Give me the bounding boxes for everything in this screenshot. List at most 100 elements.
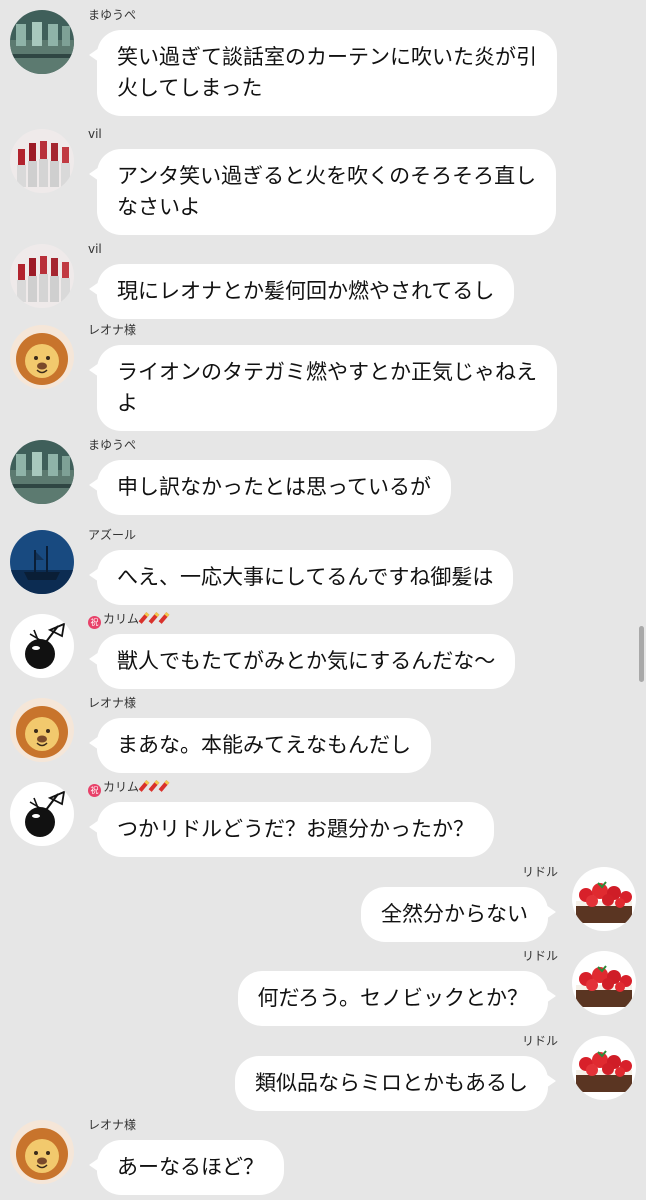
chat-view[interactable]: まゆうぺ 笑い過ぎて談話室のカーテンに吹いた炎が引 火してしまった vil アンタ笑い過… <box>0 0 646 1200</box>
message-bubble[interactable]: 何だろう。セノビックとか？ <box>237 971 557 1026</box>
avatar[interactable] <box>10 10 74 74</box>
lion-icon <box>10 698 74 762</box>
message-bubble[interactable]: 申し訳なかったとは思っているが <box>89 460 451 515</box>
message-row: vil アンタ笑い過ぎると火を吹くのそろそろ直し なさいよ <box>0 127 646 237</box>
lipsticks-icon <box>10 129 74 193</box>
strawberry-tart-icon <box>572 1036 636 1100</box>
message-text-line: まあな。本能みてえなもんだし <box>117 733 411 757</box>
message-text-line: つかリドルどうだ？お題分かったか？ <box>117 817 474 841</box>
avatar[interactable] <box>10 530 74 594</box>
message-row: リドル類似品ならミロとかもあるし <box>0 1034 646 1114</box>
sender-name-text: リドル <box>521 1034 558 1048</box>
avatar[interactable] <box>10 782 74 846</box>
sender-name-text: カリム <box>103 612 140 626</box>
message-row: レオナ様ライオンのタテガミ燃やすとか正気じゃねえよ <box>0 323 646 433</box>
avatar[interactable] <box>572 951 636 1015</box>
sender-name: レオナ様 <box>88 1118 136 1132</box>
message-row: 祝カリム獣人でもたてがみとか気にするんだな～ <box>0 612 646 692</box>
sender-name-text: まゆうぺ <box>88 438 137 452</box>
avatar[interactable] <box>10 1120 74 1184</box>
message-row: まゆうぺ笑い過ぎて談話室のカーテンに吹いた炎が引 火してしまった <box>0 8 646 118</box>
message-text-line: 獣人でもたてがみとか気にするんだな～ <box>117 649 496 673</box>
strawberry-tart-icon <box>572 867 636 931</box>
sender-name: vil <box>88 242 102 256</box>
message-text-line: よ <box>117 391 138 415</box>
sender-name-text: vil <box>88 242 102 256</box>
sender-name-text: リドル <box>521 949 558 963</box>
avatar[interactable] <box>10 614 74 678</box>
avatar[interactable] <box>10 325 74 389</box>
avatar[interactable] <box>572 867 636 931</box>
message-row: レオナ様まあな。本能みてえなもんだし <box>0 696 646 776</box>
sender-name: リドル <box>522 949 558 963</box>
message-bubble[interactable]: ライオンのタテガミ燃やすとか正気じゃねえよ <box>89 345 557 431</box>
message-row: リドル全然分からない <box>0 865 646 945</box>
coconut-drink-icon <box>10 782 74 846</box>
sender-name: レオナ様 <box>88 323 136 337</box>
sender-name: レオナ様 <box>88 696 136 710</box>
message-bubble[interactable]: 全然分からない <box>361 887 556 942</box>
firecracker-icon <box>148 612 160 624</box>
message-row: レオナ様あーなるほど？ <box>0 1118 646 1198</box>
avatar[interactable] <box>10 129 74 193</box>
message-text-line: ライオンのタテガミ燃やすとか正気じゃねえ <box>117 360 537 384</box>
firecracker-icon <box>148 780 160 792</box>
sender-name: 祝カリム <box>88 780 170 797</box>
message-bubble[interactable]: まあな。本能みてえなもんだし <box>89 718 431 773</box>
message-text-line: アンタ笑い過ぎると火を吹くのそろそろ直し <box>117 164 537 188</box>
sender-name: リドル <box>522 865 558 879</box>
message-text-line: 笑い過ぎて談話室のカーテンに吹いた炎が引 <box>117 45 537 69</box>
sender-name: まゆうぺ <box>88 8 136 22</box>
message-bubble[interactable]: 現にレオナとか髪何回か燃やされてるし <box>88 264 515 319</box>
firecracker-icon <box>138 612 150 624</box>
message-row: まゆうぺ申し訳なかったとは思っているが <box>0 438 646 518</box>
sender-name: アズール <box>88 528 136 542</box>
firecracker-icon <box>158 612 170 624</box>
sender-name-text: レオナ様 <box>88 696 137 710</box>
avatar[interactable] <box>10 440 74 504</box>
underwater-ship-icon <box>10 530 74 594</box>
sender-name-text: まゆうぺ <box>88 8 137 22</box>
celebration-badge-icon: 祝 <box>88 616 101 629</box>
firecracker-icon <box>158 780 170 792</box>
firecracker-icon <box>138 780 150 792</box>
sender-name-text: vil <box>88 127 102 141</box>
message-text-line: なさいよ <box>117 195 201 219</box>
avatar[interactable] <box>572 1036 636 1100</box>
sender-name: リドル <box>522 1034 558 1048</box>
message-bubble[interactable]: 笑い過ぎて談話室のカーテンに吹いた炎が引 火してしまった <box>89 30 557 116</box>
message-text-line: 全然分からない <box>381 902 528 926</box>
lion-icon <box>10 325 74 389</box>
avatar[interactable] <box>10 244 74 308</box>
message-text-line: 現にレオナとか髪何回か燃やされてるし <box>117 279 495 303</box>
message-row: リドル何だろう。セノビックとか？ <box>0 949 646 1029</box>
lion-icon <box>10 1120 74 1184</box>
message-bubble[interactable]: 獣人でもたてがみとか気にするんだな～ <box>88 634 516 689</box>
lipsticks-icon <box>10 244 74 308</box>
sender-name-text: リドル <box>521 865 558 879</box>
avatar[interactable] <box>10 698 74 762</box>
sender-name-text: アズール <box>88 528 137 542</box>
sender-name: まゆうぺ <box>88 438 136 452</box>
sender-name: vil <box>88 127 102 141</box>
message-text-line: 類似品ならミロとかもあるし <box>255 1071 528 1095</box>
message-bubble[interactable]: つかリドルどうだ？お題分かったか？ <box>89 802 494 857</box>
abandoned-building-icon <box>10 10 74 74</box>
message-text-line: 何だろう。セノビックとか？ <box>257 986 528 1010</box>
message-bubble[interactable]: アンタ笑い過ぎると火を吹くのそろそろ直し なさいよ <box>88 149 557 235</box>
message-row: アズールへえ、一応大事にしてるんですね御髪は <box>0 528 646 608</box>
scrollbar-thumb[interactable] <box>639 626 644 682</box>
message-row: 祝カリムつかリドルどうだ？お題分かったか？ <box>0 780 646 860</box>
sender-name: 祝カリム <box>88 612 170 629</box>
celebration-badge-icon: 祝 <box>88 784 101 797</box>
sender-name-text: レオナ様 <box>88 323 137 337</box>
sender-name-text: カリム <box>103 780 140 794</box>
message-text-line: 火してしまった <box>117 76 263 100</box>
message-text-line: 申し訳なかったとは思っているが <box>117 475 431 499</box>
sender-name-text: レオナ様 <box>88 1118 137 1132</box>
message-bubble[interactable]: あーなるほど？ <box>89 1140 284 1195</box>
message-text-line: へえ、一応大事にしてるんですね御髪は <box>117 565 494 589</box>
message-row: vil 現にレオナとか髪何回か燃やされてるし <box>0 242 646 322</box>
message-bubble[interactable]: へえ、一応大事にしてるんですね御髪は <box>88 550 514 605</box>
message-bubble[interactable]: 類似品ならミロとかもあるし <box>235 1056 556 1111</box>
